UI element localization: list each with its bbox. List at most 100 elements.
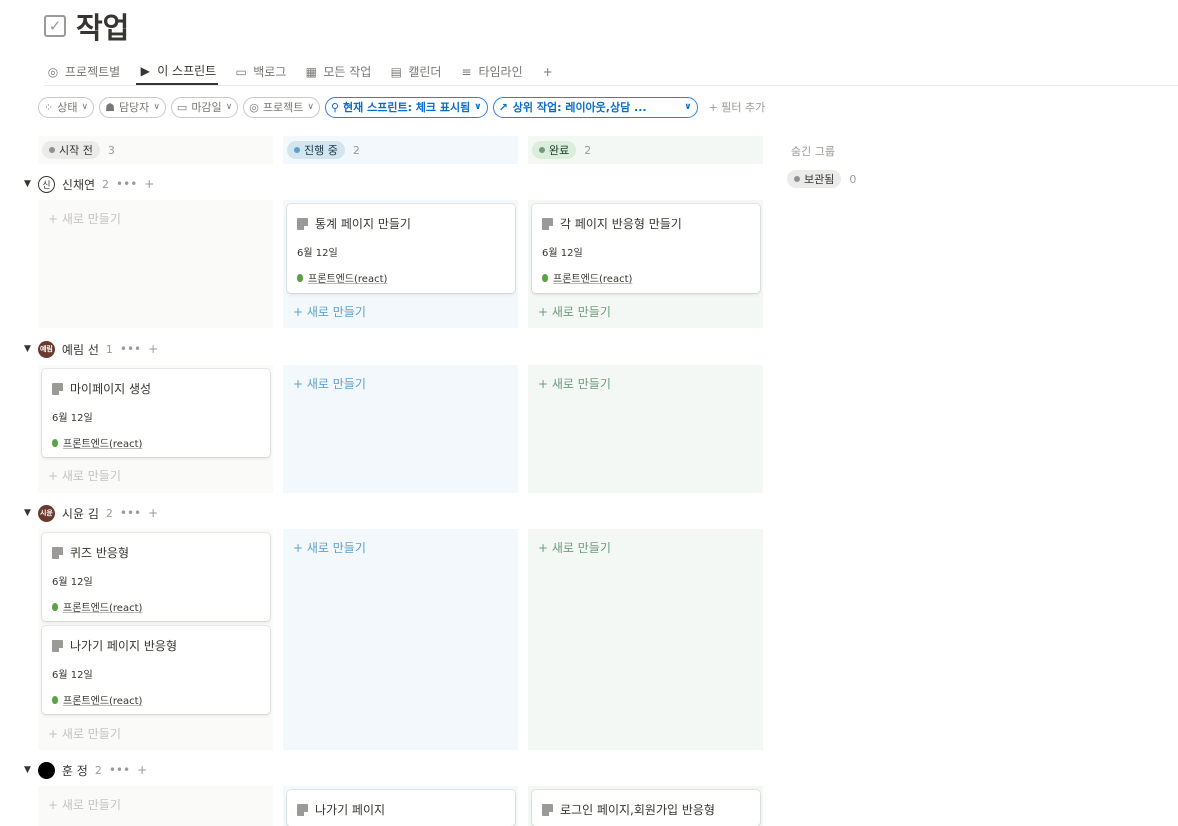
status-label: 진행 중 bbox=[304, 144, 338, 157]
tab-calendar[interactable]: ▤ 캘린더 bbox=[387, 58, 443, 85]
chevron-down-icon: ∨ bbox=[684, 102, 692, 112]
collapse-triangle-icon[interactable]: ▼ bbox=[24, 765, 31, 775]
tab-backlog[interactable]: ▭ 백로그 bbox=[232, 58, 288, 85]
card-date: 6월 12일 bbox=[52, 413, 93, 424]
add-filter-button[interactable]: + 필터 추가 bbox=[703, 99, 766, 115]
card-title: 나가기 페이지 반응형 bbox=[70, 639, 177, 653]
sprout-icon bbox=[542, 273, 548, 282]
plus-icon[interactable]: + bbox=[148, 506, 158, 520]
status-badge: 완료 bbox=[532, 141, 577, 159]
collapse-triangle-icon[interactable]: ▼ bbox=[24, 508, 31, 518]
filter-label: 마감일 bbox=[191, 101, 222, 114]
new-item-button[interactable]: + 새로 만들기 bbox=[48, 210, 121, 227]
new-item-button[interactable]: + 새로 만들기 bbox=[293, 375, 366, 392]
card-tag[interactable]: 프론트엔드(react) bbox=[308, 270, 387, 285]
plus-icon: + bbox=[542, 64, 553, 79]
new-item-button[interactable]: + 새로 만들기 bbox=[538, 539, 611, 556]
tab-this-sprint[interactable]: ▶ 이 스프린트 bbox=[136, 58, 219, 85]
card-tag[interactable]: 프론트엔드(react) bbox=[63, 435, 142, 450]
new-item-button[interactable]: + 새로 만들기 bbox=[538, 303, 611, 320]
filter-label: 상태 bbox=[57, 101, 78, 114]
new-item-button[interactable]: + 새로 만들기 bbox=[48, 796, 121, 813]
task-card[interactable]: 퀴즈 반응형 6월 12일 프론트엔드(react) bbox=[42, 533, 270, 621]
column-count: 2 bbox=[584, 143, 592, 157]
tab-label: 백로그 bbox=[253, 65, 287, 79]
status-label: 보관됨 bbox=[804, 173, 835, 186]
group-header-siyun[interactable]: ▼ 시윤 시윤 김 2 ••• + bbox=[24, 503, 158, 523]
card-tag[interactable]: 프론트엔드(react) bbox=[63, 692, 142, 707]
sprout-icon bbox=[52, 438, 58, 447]
page-header: ✓ 작업 bbox=[44, 6, 129, 46]
document-icon bbox=[52, 639, 63, 652]
collapse-triangle-icon[interactable]: ▼ bbox=[24, 344, 31, 354]
filter-label: 현재 스프린트: 체크 표시됨 bbox=[343, 101, 471, 114]
tab-by-project[interactable]: ◎ 프로젝트별 bbox=[44, 58, 122, 85]
task-card[interactable]: 통계 페이지 만들기 6월 12일 프론트엔드(react) bbox=[287, 204, 515, 293]
group-header-hun[interactable]: ▼ 훈 정 2 ••• + bbox=[24, 760, 147, 780]
new-item-button[interactable]: + 새로 만들기 bbox=[293, 303, 366, 320]
view-tabs: ◎ 프로젝트별 ▶ 이 스프린트 ▭ 백로그 ▦ 모든 작업 ▤ 캘린더 ≡ 타임라인 + bbox=[44, 58, 557, 86]
plus-icon[interactable]: + bbox=[137, 763, 147, 777]
column-header-todo: 시작 전 3 bbox=[42, 140, 115, 160]
filter-parent-task[interactable]: ↗ 상위 작업: 레이아웃,상담 ... ∨ bbox=[492, 96, 698, 118]
status-icon: ⁘ bbox=[44, 100, 54, 114]
card-date: 6월 12일 bbox=[52, 577, 93, 588]
cell-bg bbox=[283, 529, 518, 750]
collapse-triangle-icon[interactable]: ▼ bbox=[24, 179, 31, 189]
avatar: 시윤 bbox=[37, 504, 55, 522]
plus-icon[interactable]: + bbox=[144, 177, 154, 191]
filter-current-sprint[interactable]: ⚲ 현재 스프린트: 체크 표시됨 ∨ bbox=[324, 96, 488, 118]
group-count: 2 bbox=[94, 763, 102, 777]
new-item-button[interactable]: + 새로 만들기 bbox=[48, 725, 121, 742]
hidden-group-archived[interactable]: 보관됨 0 bbox=[787, 170, 856, 188]
play-icon: ▶ bbox=[140, 63, 150, 78]
document-icon bbox=[297, 217, 308, 230]
group-header-shin[interactable]: ▼ 신 신채연 2 ••• + bbox=[24, 174, 154, 194]
filter-label: 상위 작업: 레이아웃,상담 ... bbox=[512, 101, 647, 114]
card-tag[interactable]: 프론트엔드(react) bbox=[63, 599, 142, 614]
column-header-in-progress: 진행 중 2 bbox=[287, 140, 360, 160]
filter-label: 프로젝트 bbox=[262, 101, 304, 114]
status-badge: 시작 전 bbox=[42, 141, 100, 159]
new-item-button[interactable]: + 새로 만들기 bbox=[538, 375, 611, 392]
checkbox-icon: ✓ bbox=[44, 15, 66, 37]
more-icon[interactable]: ••• bbox=[116, 177, 137, 191]
card-tag[interactable]: 프론트엔드(react) bbox=[553, 270, 632, 285]
filter-status[interactable]: ⁘ 상태 ∨ bbox=[38, 96, 95, 118]
page-title: 작업 bbox=[76, 11, 130, 45]
target-icon: ◎ bbox=[47, 64, 59, 79]
status-dot-icon bbox=[49, 147, 55, 153]
task-card[interactable]: 로그인 페이지,회원가입 반응형 bbox=[532, 790, 760, 826]
new-item-button[interactable]: + 새로 만들기 bbox=[293, 539, 366, 556]
more-icon[interactable]: ••• bbox=[120, 506, 141, 520]
status-dot-icon bbox=[794, 176, 800, 182]
tab-all-tasks[interactable]: ▦ 모든 작업 bbox=[302, 58, 373, 85]
chevron-down-icon: ∨ bbox=[81, 102, 89, 112]
task-card[interactable]: 마이페이지 생성 6월 12일 프론트엔드(react) bbox=[42, 369, 270, 457]
plus-icon[interactable]: + bbox=[148, 342, 158, 356]
task-card[interactable]: 각 페이지 반응형 만들기 6월 12일 프론트엔드(react) bbox=[532, 204, 760, 293]
task-card[interactable]: 나가기 페이지 bbox=[287, 790, 515, 826]
filter-due-date[interactable]: ▭ 마감일 ∨ bbox=[170, 96, 239, 118]
filter-project[interactable]: ◎ 프로젝트 ∨ bbox=[243, 96, 320, 118]
card-title: 퀴즈 반응형 bbox=[70, 546, 130, 560]
more-icon[interactable]: ••• bbox=[120, 342, 141, 356]
group-header-yerim[interactable]: ▼ 예림 예림 선 1 ••• + bbox=[24, 339, 158, 359]
card-date: 6월 12일 bbox=[542, 248, 583, 259]
status-dot-icon bbox=[539, 147, 545, 153]
more-icon[interactable]: ••• bbox=[109, 763, 130, 777]
filter-assignee[interactable]: ☗ 담당자 ∨ bbox=[99, 96, 166, 118]
tabs-divider bbox=[44, 85, 1178, 86]
card-title: 나가기 페이지 bbox=[315, 803, 386, 817]
status-badge: 보관됨 bbox=[787, 170, 842, 188]
add-view-button[interactable]: + bbox=[539, 58, 557, 85]
new-item-button[interactable]: + 새로 만들기 bbox=[48, 467, 121, 484]
avatar: 신 bbox=[37, 175, 55, 193]
sprout-icon bbox=[297, 273, 303, 282]
column-count: 3 bbox=[107, 143, 115, 157]
chevron-down-icon: ∨ bbox=[153, 102, 160, 112]
card-title: 통계 페이지 만들기 bbox=[315, 217, 411, 231]
task-card[interactable]: 나가기 페이지 반응형 6월 12일 프론트엔드(react) bbox=[42, 626, 270, 714]
tab-timeline[interactable]: ≡ 타임라인 bbox=[457, 58, 524, 85]
group-name: 예림 선 bbox=[61, 342, 99, 357]
